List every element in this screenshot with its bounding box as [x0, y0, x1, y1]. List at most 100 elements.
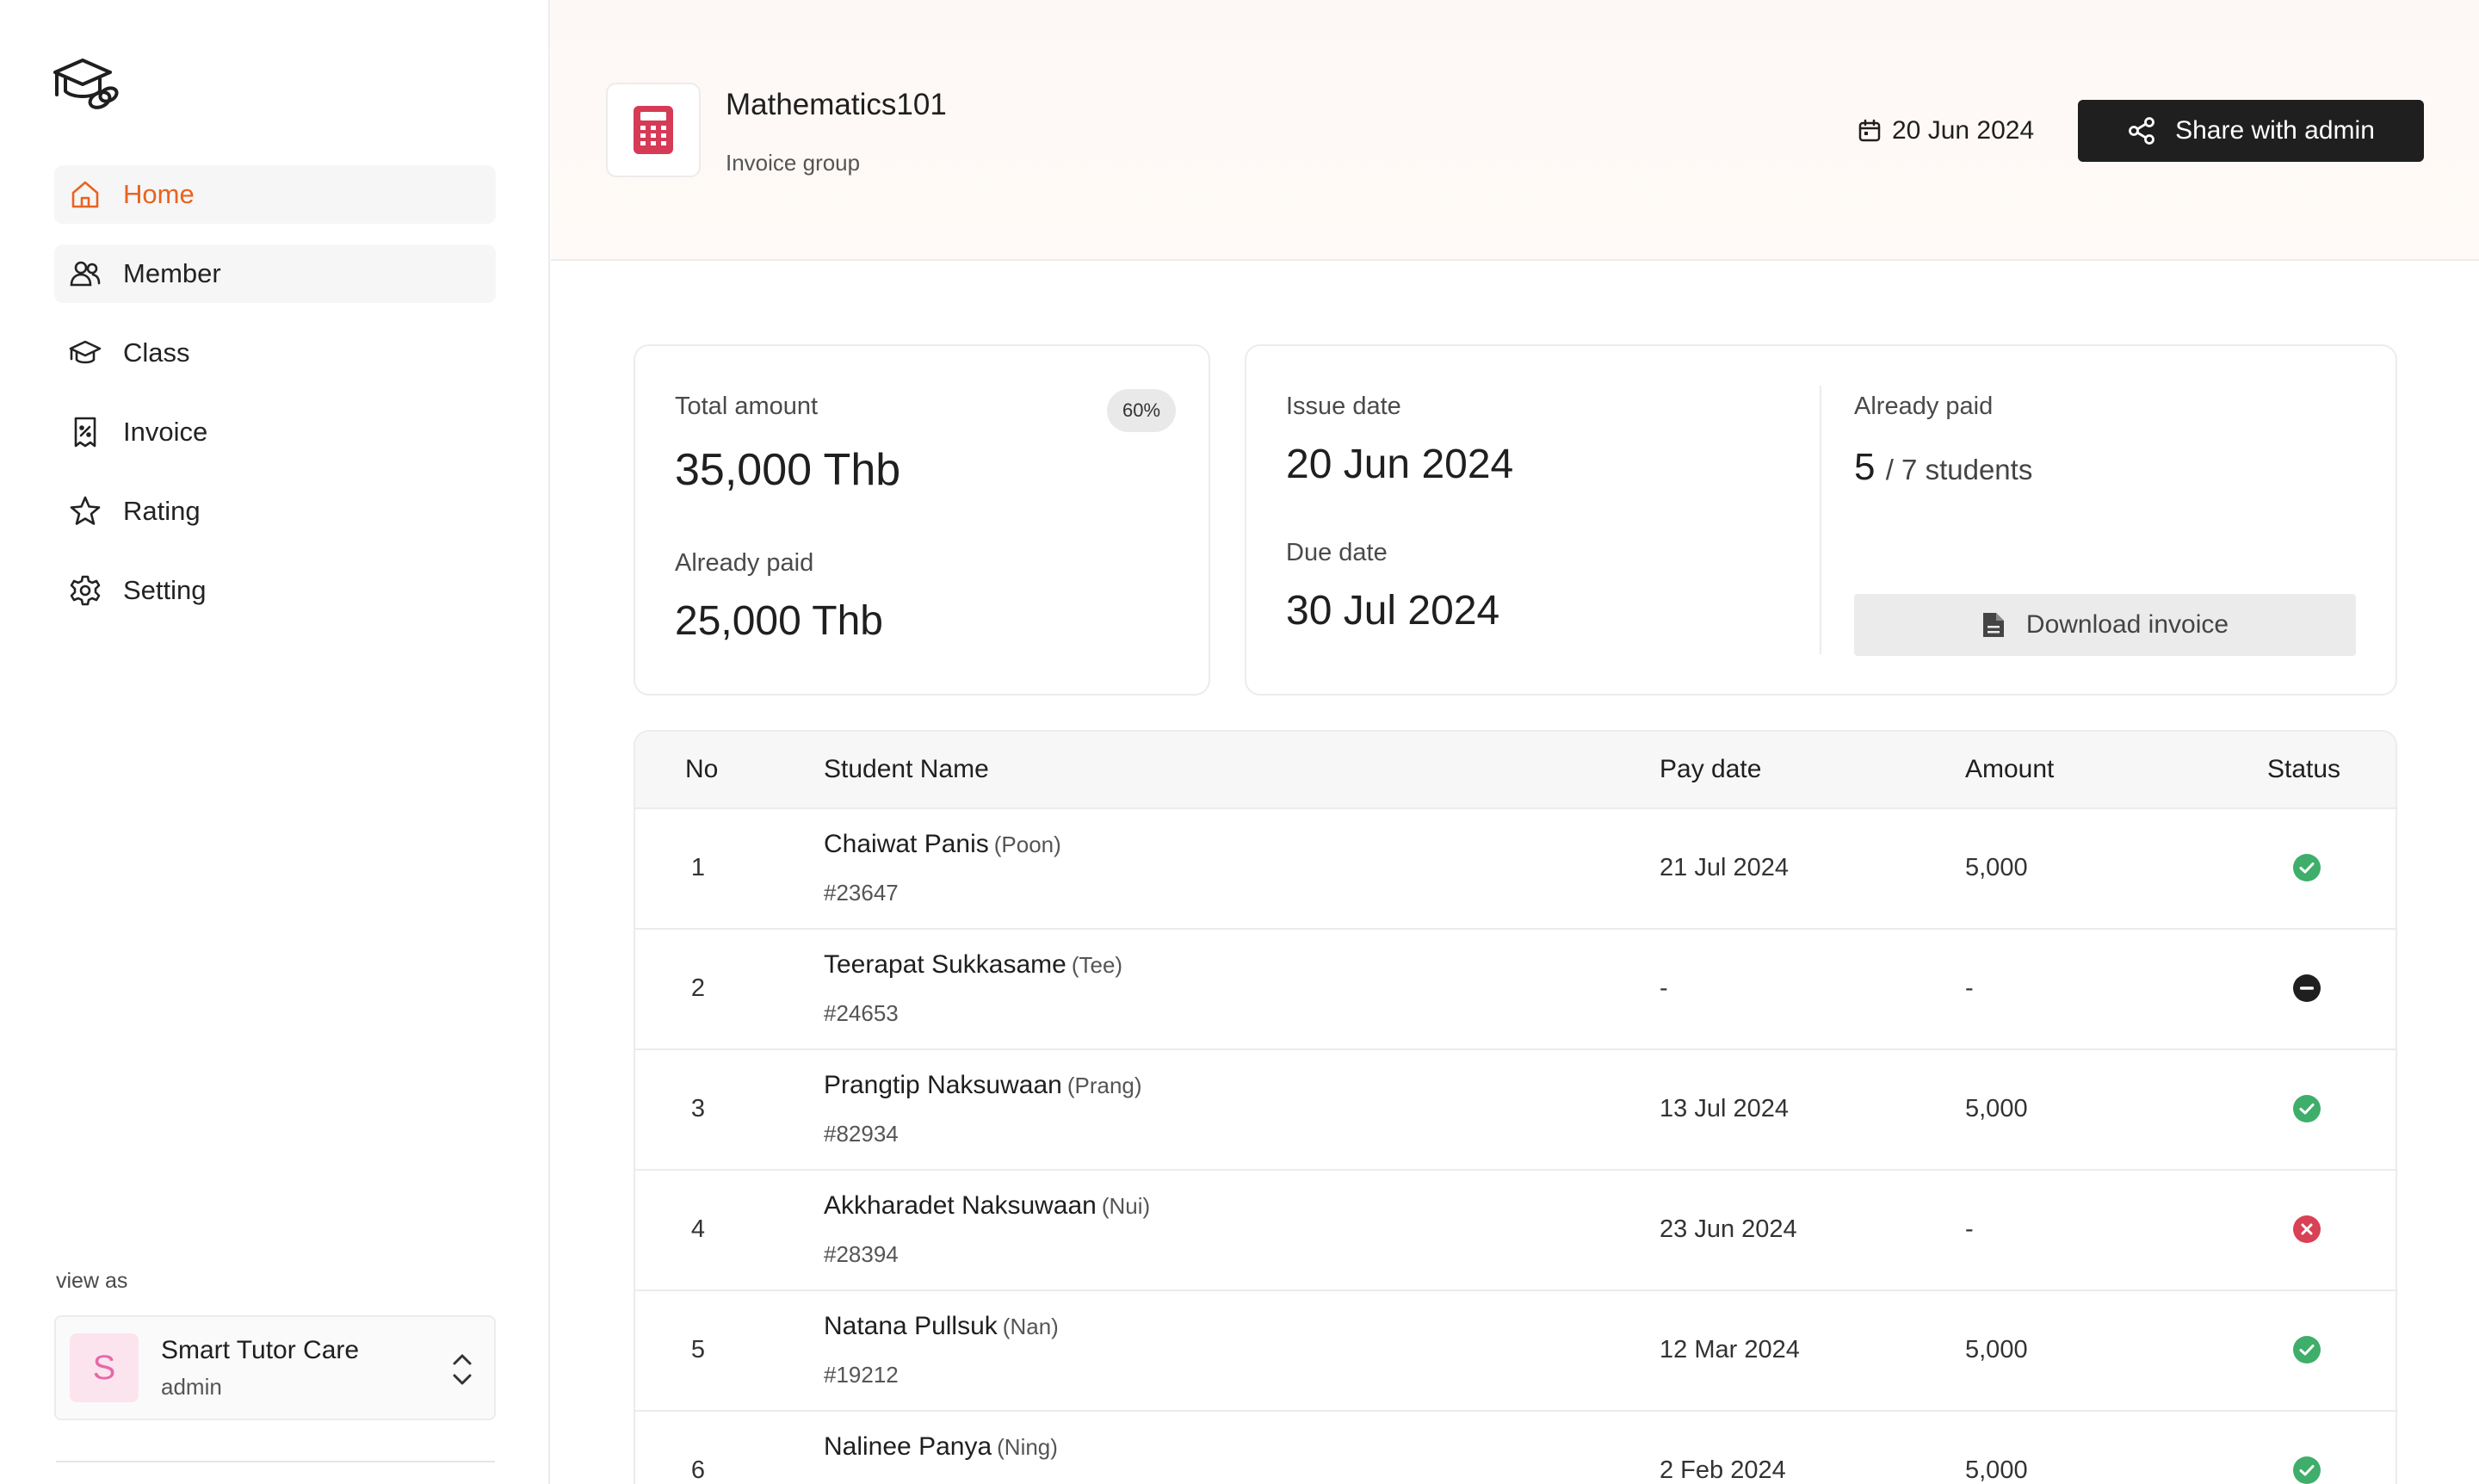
student-full-name: Nalinee Panya	[824, 1432, 992, 1461]
sidebar: Home Member Class Invoice Rating Setting view…	[0, 0, 550, 1484]
students-paid-label: Already paid	[1854, 393, 1994, 420]
pay-date: 23 Jun 2024	[1660, 1215, 1797, 1243]
share-with-admin-button[interactable]: Share with admin	[2078, 100, 2424, 162]
col-header-status[interactable]: Status	[2267, 755, 2340, 784]
student-full-name: Teerapat Sukkasame	[824, 950, 1066, 979]
row-number: 5	[690, 1336, 706, 1363]
page-title: Mathematics101	[726, 88, 947, 121]
student-name: Nalinee Panya (Ning)	[824, 1432, 1058, 1462]
graduation-cap-icon[interactable]	[52, 52, 121, 114]
status-paid-icon	[2292, 1335, 2321, 1364]
amount: 5,000	[1965, 1456, 2028, 1484]
amount: -	[1965, 974, 1974, 1002]
header-date: 20 Jun 2024	[1858, 116, 2034, 145]
table-row[interactable]: 3 Prangtip Naksuwaan (Prang) #82934 13 Jul 2…	[635, 1050, 2396, 1171]
student-nickname: (Nan)	[1002, 1314, 1059, 1339]
student-id: #23647	[824, 880, 899, 906]
avatar: S	[70, 1333, 139, 1402]
table-body: 1 Chaiwat Panis (Poon) #23647 21 Jul 2024 5,0…	[635, 809, 2396, 1484]
status-paid-icon	[2292, 853, 2321, 882]
student-name: Natana Pullsuk (Nan)	[824, 1312, 1059, 1341]
table-row[interactable]: 1 Chaiwat Panis (Poon) #23647 21 Jul 2024 5,0…	[635, 809, 2396, 930]
percent-badge: 60%	[1107, 389, 1176, 432]
student-nickname: (Prang)	[1066, 1073, 1142, 1098]
sidebar-item-setting[interactable]: Setting	[54, 561, 496, 620]
student-name: Chaiwat Panis (Poon)	[824, 830, 1061, 859]
due-date-label: Due date	[1286, 539, 1388, 566]
sidebar-item-invoice[interactable]: Invoice	[54, 403, 496, 461]
paid-amount-value: 25,000 Thb	[675, 598, 883, 644]
total-amount-label: Total amount	[675, 393, 819, 420]
pay-date: 13 Jul 2024	[1660, 1095, 1789, 1122]
row-number: 4	[690, 1215, 706, 1243]
users-icon	[68, 257, 102, 291]
student-nickname: (Poon)	[993, 832, 1061, 857]
receipt-icon	[68, 415, 102, 449]
student-id: #19212	[824, 1362, 899, 1388]
row-number: 6	[690, 1456, 706, 1484]
paid-amount-label: Already paid	[675, 549, 814, 577]
row-number: 3	[690, 1095, 706, 1122]
issue-date-value: 20 Jun 2024	[1286, 442, 1514, 487]
pay-date: 2 Feb 2024	[1660, 1456, 1786, 1484]
page-subtitle: Invoice group	[726, 150, 861, 176]
sidebar-item-class[interactable]: Class	[54, 324, 496, 382]
pay-date: 12 Mar 2024	[1660, 1336, 1800, 1363]
share-button-label: Share with admin	[2175, 116, 2375, 145]
download-button-label: Download invoice	[2025, 610, 2229, 639]
card-divider	[1820, 386, 1821, 654]
student-nickname: (Tee)	[1071, 952, 1123, 978]
sidebar-item-label: Rating	[123, 496, 201, 526]
student-name: Akkharadet Naksuwaan (Nui)	[824, 1191, 1150, 1221]
pay-date: 21 Jul 2024	[1660, 854, 1789, 881]
due-date-value: 30 Jul 2024	[1286, 588, 1500, 634]
home-icon	[68, 177, 102, 212]
students-paid-number: 5	[1854, 446, 1876, 488]
table-row[interactable]: 5 Natana Pullsuk (Nan) #19212 12 Mar 2024 5,0…	[635, 1291, 2396, 1412]
account-switcher[interactable]: S Smart Tutor Care admin	[54, 1315, 496, 1420]
col-header-no[interactable]: No	[685, 755, 718, 784]
students-total: / 7 students	[1885, 454, 2033, 485]
chevron-up-down-icon[interactable]	[449, 1351, 475, 1388]
col-header-student-name[interactable]: Student Name	[824, 755, 989, 784]
col-header-pay-date[interactable]: Pay date	[1660, 755, 1761, 784]
student-nickname: (Ning)	[997, 1434, 1058, 1460]
status-pending-icon	[2292, 974, 2321, 1003]
sidebar-item-home[interactable]: Home	[54, 165, 496, 224]
table-header: No Student Name Pay date Amount Status	[635, 732, 2396, 809]
download-invoice-button[interactable]: Download invoice	[1854, 594, 2356, 656]
table-row[interactable]: 2 Teerapat Sukkasame (Tee) #24653 - -	[635, 930, 2396, 1050]
pay-date: -	[1660, 974, 1668, 1002]
view-as-label: view as	[56, 1269, 128, 1293]
amount: 5,000	[1965, 854, 2028, 881]
student-id: #82934	[824, 1121, 899, 1147]
gear-icon	[68, 573, 102, 608]
amount: -	[1965, 1215, 1974, 1243]
sidebar-nav: Home Member Class Invoice Rating Setting	[54, 165, 496, 640]
student-id: #24653	[824, 1000, 899, 1026]
student-name: Teerapat Sukkasame (Tee)	[824, 950, 1122, 980]
row-number: 1	[690, 854, 706, 881]
dates-card: Issue date 20 Jun 2024 Due date 30 Jul 2…	[1245, 344, 2397, 696]
status-paid-icon	[2292, 1094, 2321, 1123]
col-header-amount[interactable]: Amount	[1965, 755, 2054, 784]
student-full-name: Chaiwat Panis	[824, 830, 989, 858]
account-name: Smart Tutor Care	[161, 1335, 360, 1364]
row-number: 2	[690, 974, 706, 1002]
issue-date-label: Issue date	[1286, 393, 1401, 420]
sidebar-item-member[interactable]: Member	[54, 244, 496, 303]
sidebar-item-label: Home	[123, 179, 195, 209]
share-icon	[2129, 117, 2154, 145]
student-full-name: Akkharadet Naksuwaan	[824, 1191, 1097, 1220]
amount: 5,000	[1965, 1095, 2028, 1122]
sidebar-item-rating[interactable]: Rating	[54, 482, 496, 541]
student-id: #28394	[824, 1241, 899, 1267]
sidebar-divider	[56, 1461, 495, 1462]
graduation-cap-icon	[68, 336, 102, 370]
calculator-icon	[606, 83, 701, 177]
table-row[interactable]: 4 Akkharadet Naksuwaan (Nui) #28394 23 Jun 2…	[635, 1171, 2396, 1291]
amount-card: Total amount 60% 35,000 Thb Already paid…	[634, 344, 1210, 696]
amount: 5,000	[1965, 1336, 2028, 1363]
calendar-icon	[1858, 119, 1881, 142]
table-row[interactable]: 6 Nalinee Panya (Ning) 2 Feb 2024 5,000	[635, 1412, 2396, 1484]
